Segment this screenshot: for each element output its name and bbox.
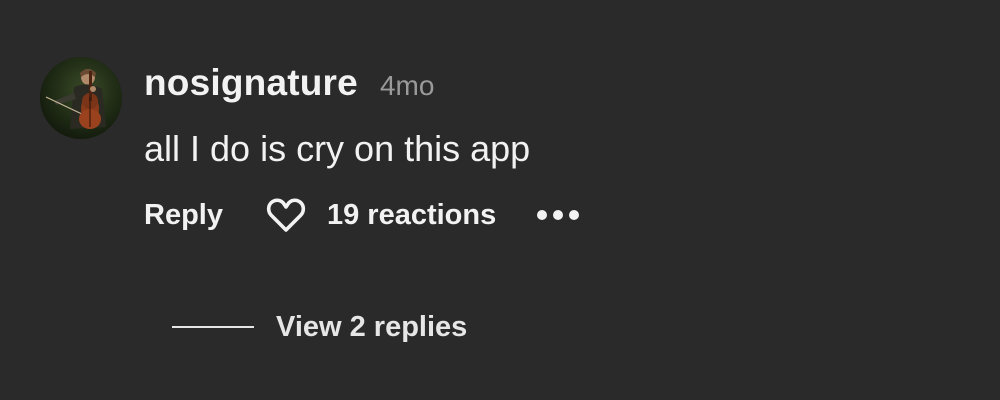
avatar[interactable]	[40, 57, 122, 139]
heart-outline-icon[interactable]	[265, 196, 307, 234]
comment-actions: Reply 19 reactions	[144, 193, 580, 237]
replies-divider-line	[172, 326, 254, 328]
avatar-image	[40, 57, 122, 139]
comment-text: all I do is cry on this app	[144, 128, 531, 169]
reactions-button[interactable]: 19 reactions	[265, 196, 496, 234]
comment-header: nosignature 4mo	[144, 62, 434, 104]
reactions-count: 19 reactions	[326, 198, 497, 231]
reply-button[interactable]: Reply	[144, 199, 223, 232]
view-replies-button[interactable]: View 2 replies	[172, 305, 467, 349]
timestamp: 4mo	[379, 70, 435, 101]
comment: nosignature 4mo all I do is cry on this …	[0, 0, 1000, 400]
ellipsis-icon[interactable]	[536, 208, 580, 222]
view-replies-label: View 2 replies	[276, 310, 468, 343]
username[interactable]: nosignature	[144, 62, 358, 104]
